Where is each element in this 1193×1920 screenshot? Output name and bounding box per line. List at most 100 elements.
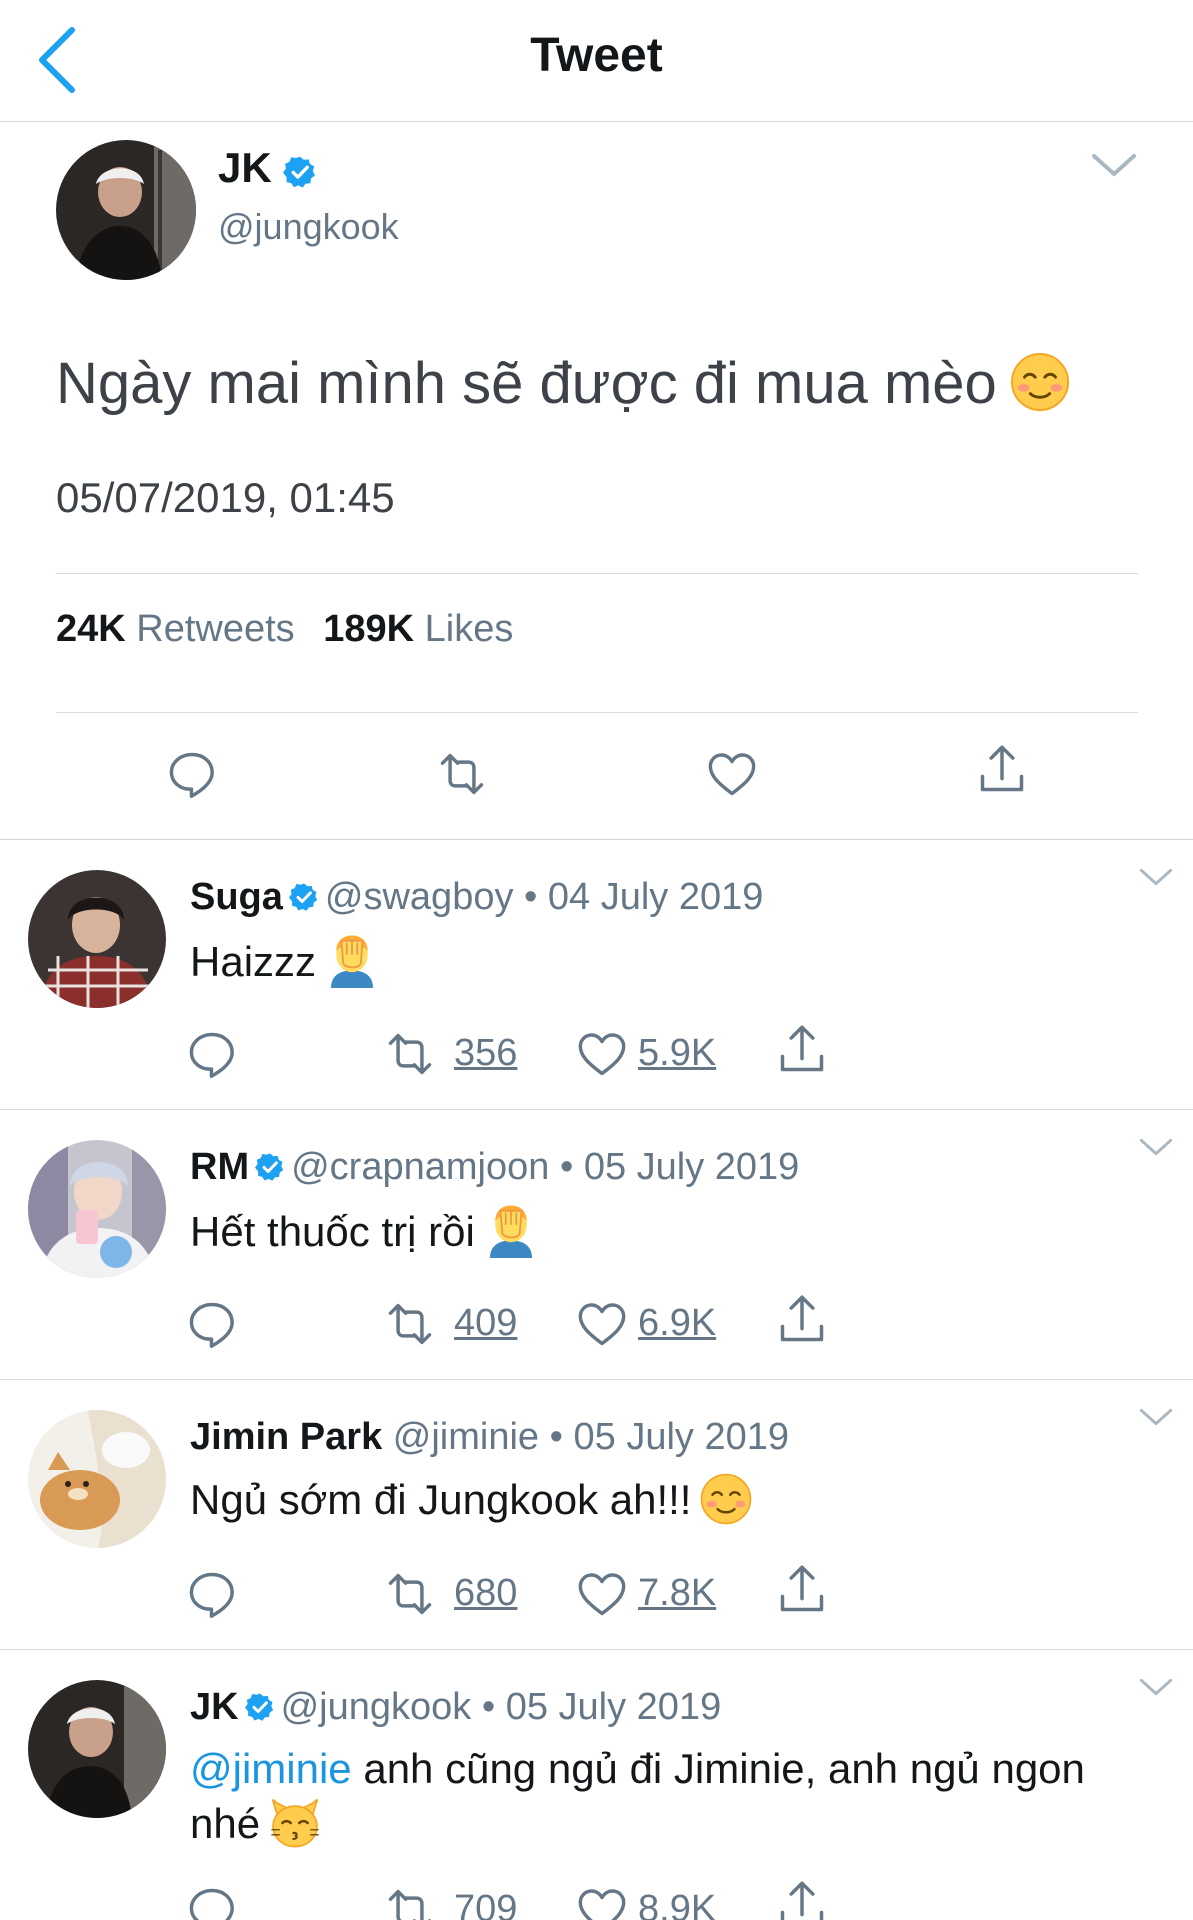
like-action[interactable]: 7.8K — [576, 1568, 726, 1620]
like-heart-icon[interactable] — [576, 1028, 628, 1080]
reply-author-name[interactable]: RM — [190, 1146, 249, 1188]
retweet-action[interactable]: 680 — [384, 1568, 534, 1620]
reply-action[interactable] — [186, 1028, 238, 1080]
retweet-icon[interactable] — [384, 1298, 436, 1350]
reply-tweet[interactable]: Jimin Park @jiminie • 05 July 2019 Ngủ s… — [0, 1380, 1193, 1650]
reply-icon[interactable] — [166, 748, 218, 800]
retweet-icon[interactable] — [384, 1568, 436, 1620]
chevron-down-icon[interactable] — [1138, 1136, 1174, 1158]
share-icon[interactable] — [776, 1564, 828, 1616]
like-action[interactable]: 6.9K — [576, 1298, 726, 1350]
kissing-cat-emoji-icon — [268, 1796, 322, 1850]
reply-icon[interactable] — [186, 1298, 238, 1350]
verified-badge-icon — [283, 155, 317, 189]
reply-action[interactable] — [186, 1884, 238, 1920]
retweet-count[interactable]: 709 — [454, 1888, 517, 1920]
avatar[interactable] — [56, 140, 196, 280]
page-title: Tweet — [530, 29, 663, 82]
retweet-icon[interactable] — [436, 748, 488, 800]
separator-dot: • — [559, 1146, 574, 1188]
like-heart-icon[interactable] — [576, 1298, 628, 1350]
like-count[interactable]: 6.9K — [638, 1302, 716, 1345]
retweets-label[interactable]: Retweets — [136, 608, 294, 650]
retweet-action[interactable]: 409 — [384, 1298, 534, 1350]
share-action[interactable] — [776, 1024, 828, 1076]
reply-text-content: Haizzz — [190, 938, 317, 985]
chevron-down-icon[interactable] — [1090, 150, 1138, 180]
like-action[interactable]: 8.9K — [576, 1884, 726, 1920]
reply-action[interactable] — [186, 1298, 238, 1350]
reply-author-handle[interactable]: @jungkook — [281, 1686, 472, 1728]
avatar[interactable] — [28, 1680, 166, 1818]
face-palm-emoji-icon — [324, 932, 380, 988]
tweet-text: Ngày mai mình sẽ được đi mua mèo — [56, 350, 1071, 417]
face-palm-emoji-icon — [483, 1202, 539, 1258]
share-icon[interactable] — [976, 744, 1028, 796]
reply-author-name[interactable]: JK — [190, 1686, 239, 1728]
likes-count[interactable]: 189K — [323, 608, 414, 650]
like-count[interactable]: 7.8K — [638, 1572, 716, 1615]
reply-tweet[interactable]: RM @crapnamjoon • 05 July 2019 Hết thuốc … — [0, 1110, 1193, 1380]
reply-author-handle[interactable]: @swagboy — [325, 876, 514, 918]
reply-author-name[interactable]: Jimin Park — [190, 1416, 382, 1458]
reply-text: @jiminie anh cũng ngủ đi Jiminie, anh ng… — [190, 1742, 1150, 1851]
reply-header: Suga @swagboy • 04 July 2019 — [190, 876, 763, 919]
tweet-stats: 24K Retweets 189K Likes — [56, 608, 531, 651]
verified-badge-icon — [245, 1692, 275, 1722]
retweets-count[interactable]: 24K — [56, 608, 126, 650]
like-action[interactable]: 5.9K — [576, 1028, 726, 1080]
separator-dot: • — [524, 876, 538, 918]
share-action[interactable] — [776, 1880, 828, 1920]
reply-tweet[interactable]: Suga @swagboy • 04 July 2019 Haizzz 356 5… — [0, 840, 1193, 1110]
chevron-down-icon[interactable] — [1138, 1676, 1174, 1698]
avatar[interactable] — [28, 1140, 166, 1278]
reply-header: RM @crapnamjoon • 05 July 2019 — [190, 1146, 799, 1189]
reply-action[interactable] — [186, 1568, 238, 1620]
reply-header: Jimin Park @jiminie • 05 July 2019 — [190, 1416, 789, 1459]
separator-dot: • — [549, 1416, 563, 1458]
share-icon[interactable] — [776, 1294, 828, 1346]
retweet-count[interactable]: 680 — [454, 1572, 517, 1615]
avatar[interactable] — [28, 1410, 166, 1548]
reply-icon[interactable] — [186, 1568, 238, 1620]
verified-badge-icon — [289, 882, 319, 912]
retweet-count[interactable]: 356 — [454, 1032, 517, 1075]
reply-author-handle[interactable]: @crapnamjoon — [291, 1146, 549, 1188]
verified-badge-icon — [255, 1152, 285, 1182]
reply-text: Haizzz — [190, 932, 1150, 989]
reply-date: 05 July 2019 — [573, 1416, 790, 1458]
author-name[interactable]: JK — [218, 144, 272, 192]
nav-bar: Tweet — [0, 0, 1193, 122]
like-count[interactable]: 5.9K — [638, 1032, 716, 1075]
reply-date: 05 July 2019 — [583, 1146, 800, 1188]
reply-text-content: Ngủ sớm đi Jungkook ah!!! — [190, 1476, 692, 1523]
like-heart-icon[interactable] — [576, 1568, 628, 1620]
tweet-text-content: Ngày mai mình sẽ được đi mua mèo — [56, 351, 997, 416]
reply-author-handle[interactable]: @jiminie — [393, 1416, 539, 1458]
reply-icon[interactable] — [186, 1028, 238, 1080]
mention-link[interactable]: @jiminie — [190, 1745, 352, 1792]
retweet-action[interactable]: 356 — [384, 1028, 534, 1080]
avatar[interactable] — [28, 870, 166, 1008]
share-icon[interactable] — [776, 1024, 828, 1076]
divider — [56, 573, 1138, 574]
like-heart-icon[interactable] — [706, 748, 758, 800]
like-heart-icon[interactable] — [576, 1884, 628, 1920]
share-action[interactable] — [776, 1294, 828, 1346]
reply-header: JK @jungkook • 05 July 2019 — [190, 1686, 721, 1729]
likes-label[interactable]: Likes — [425, 608, 514, 650]
reply-text: Hết thuốc trị rồi — [190, 1202, 1150, 1259]
retweet-action[interactable]: 709 — [384, 1884, 534, 1920]
reply-author-name[interactable]: Suga — [190, 876, 283, 918]
retweet-icon[interactable] — [384, 1028, 436, 1080]
reply-tweet[interactable]: JK @jungkook • 05 July 2019 @jiminie anh … — [0, 1650, 1193, 1920]
author-handle[interactable]: @jungkook — [218, 206, 399, 248]
like-count[interactable]: 8.9K — [638, 1888, 716, 1920]
chevron-down-icon[interactable] — [1138, 1406, 1174, 1428]
share-icon[interactable] — [776, 1880, 828, 1920]
reply-icon[interactable] — [186, 1884, 238, 1920]
retweet-count[interactable]: 409 — [454, 1302, 517, 1345]
chevron-down-icon[interactable] — [1138, 866, 1174, 888]
retweet-icon[interactable] — [384, 1884, 436, 1920]
share-action[interactable] — [776, 1564, 828, 1616]
